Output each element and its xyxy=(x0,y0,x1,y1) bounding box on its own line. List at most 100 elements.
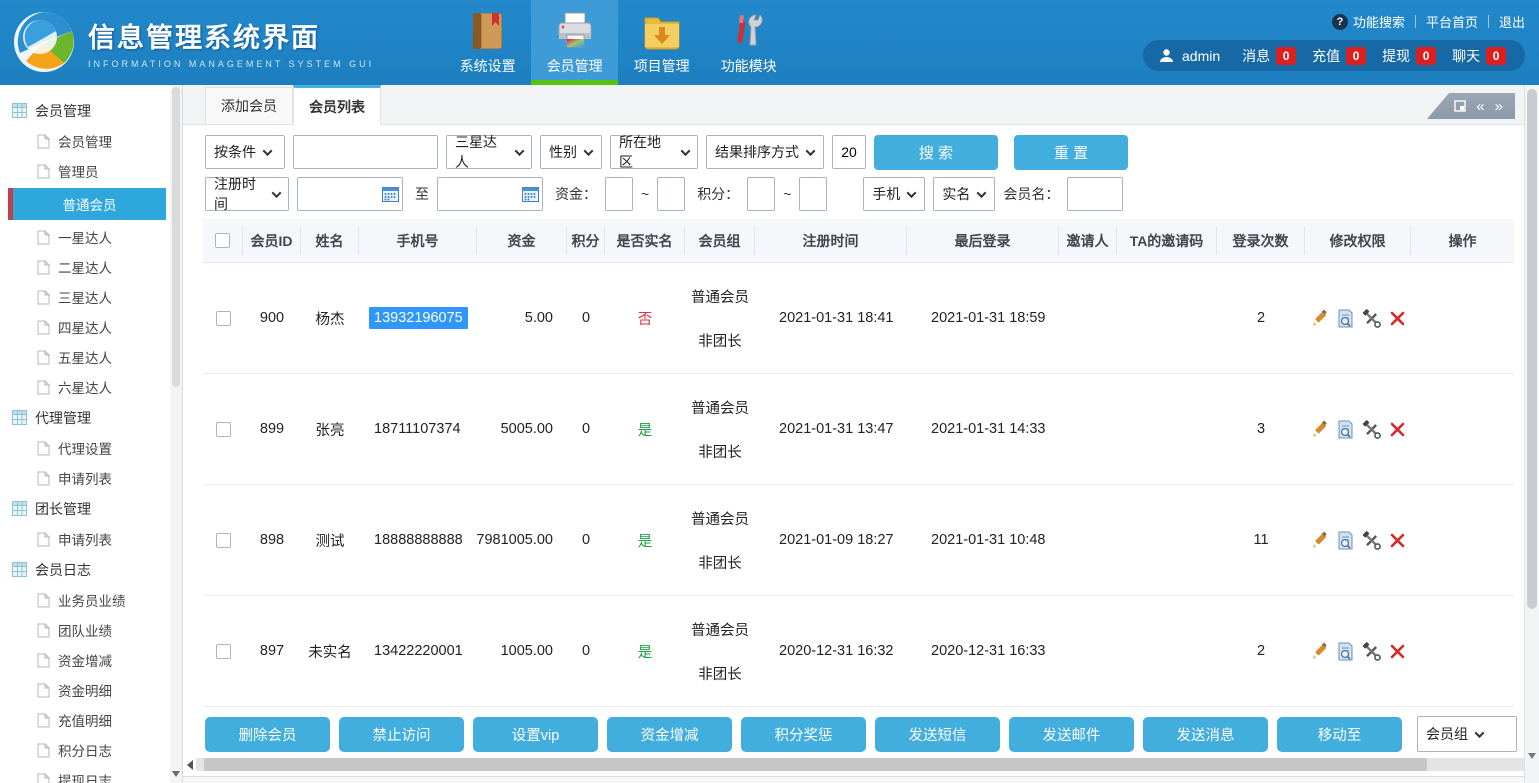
chat-badge-group[interactable]: 聊天0 xyxy=(1452,46,1506,66)
gender-select[interactable]: 性别 xyxy=(540,135,602,169)
platform-home-link[interactable]: 平台首页 xyxy=(1426,12,1478,31)
sidebar-item-four-star[interactable]: 四星达人 xyxy=(0,312,182,342)
search-button[interactable]: 搜 索 xyxy=(874,135,998,170)
edit-pencil-icon[interactable] xyxy=(1310,531,1329,550)
window-icon[interactable] xyxy=(1454,100,1466,112)
time-type-select[interactable]: 注册时间 xyxy=(205,177,289,211)
send-message-button[interactable]: 发送消息 xyxy=(1143,717,1268,752)
points-min-input[interactable] xyxy=(747,177,775,211)
sidebar-group-agent-management[interactable]: 代理管理 xyxy=(0,402,182,433)
sidebar-item-recharge-detail[interactable]: 充值明细 xyxy=(0,705,182,735)
sort-select[interactable]: 结果排序方式 xyxy=(706,135,824,169)
sidebar-group-member-logs[interactable]: 会员日志 xyxy=(0,554,182,585)
sidebar-item-six-star[interactable]: 六星达人 xyxy=(0,372,182,402)
row-checkbox[interactable] xyxy=(216,422,231,437)
fund-min-input[interactable] xyxy=(605,177,633,211)
view-detail-icon[interactable] xyxy=(1336,642,1355,661)
permissions-tools-icon[interactable] xyxy=(1362,420,1381,439)
fund-adjust-button[interactable]: 资金增减 xyxy=(607,717,732,752)
sidebar-item-withdraw-log[interactable]: 提现日志 xyxy=(0,765,182,783)
scroll-left-icon[interactable] xyxy=(187,760,193,770)
fund-max-input[interactable] xyxy=(657,177,685,211)
collapse-left-icon[interactable]: « xyxy=(1476,99,1484,114)
sidebar-item-members[interactable]: 会员管理 xyxy=(0,126,182,156)
sidebar-item-two-star[interactable]: 二星达人 xyxy=(0,252,182,282)
messages-count-badge[interactable]: 0 xyxy=(1276,47,1296,65)
logout-link[interactable]: 退出 xyxy=(1499,12,1525,31)
reset-button[interactable]: 重 置 xyxy=(1014,135,1128,170)
calendar-icon[interactable] xyxy=(382,186,399,202)
date-from-field[interactable] xyxy=(297,177,403,211)
vertical-scrollbar[interactable] xyxy=(1524,85,1539,783)
sidebar-item-agent-settings[interactable]: 代理设置 xyxy=(0,433,182,463)
tab-add-member[interactable]: 添加会员 xyxy=(205,87,293,124)
nav-system-settings[interactable]: 系统设置 xyxy=(444,0,531,85)
delete-x-icon[interactable] xyxy=(1388,531,1407,550)
sidebar-item-agent-apply-list[interactable]: 申请列表 xyxy=(0,463,182,493)
edit-pencil-icon[interactable] xyxy=(1310,420,1329,439)
member-group-select[interactable]: 会员组 xyxy=(1417,716,1517,752)
edit-pencil-icon[interactable] xyxy=(1310,642,1329,661)
sidebar-item-leader-apply-list[interactable]: 申请列表 xyxy=(0,524,182,554)
phone-select[interactable]: 手机 xyxy=(863,177,925,211)
date-to-field[interactable] xyxy=(437,177,543,211)
withdraw-badge-group[interactable]: 提现0 xyxy=(1382,46,1436,66)
horizontal-scrollbar[interactable] xyxy=(187,758,1539,771)
cell-phone[interactable]: 13932196075 xyxy=(369,307,468,329)
ban-access-button[interactable]: 禁止访问 xyxy=(339,717,464,752)
tab-member-list[interactable]: 会员列表 xyxy=(293,85,381,125)
realname-select[interactable]: 实名 xyxy=(933,177,995,211)
nav-project-management[interactable]: 项目管理 xyxy=(618,0,705,85)
collapse-right-icon[interactable]: » xyxy=(1495,99,1503,114)
view-detail-icon[interactable] xyxy=(1336,420,1355,439)
permissions-tools-icon[interactable] xyxy=(1362,531,1381,550)
recharge-badge-group[interactable]: 充值0 xyxy=(1312,46,1366,66)
delete-x-icon[interactable] xyxy=(1388,642,1407,661)
withdraw-count-badge[interactable]: 0 xyxy=(1416,47,1436,65)
permissions-tools-icon[interactable] xyxy=(1362,642,1381,661)
page-size-input[interactable] xyxy=(832,135,866,169)
chat-count-badge[interactable]: 0 xyxy=(1486,47,1506,65)
set-vip-button[interactable]: 设置vip xyxy=(473,717,598,752)
view-detail-icon[interactable] xyxy=(1336,531,1355,550)
points-max-input[interactable] xyxy=(799,177,827,211)
region-select[interactable]: 所在地区 xyxy=(610,135,698,169)
sidebar-item-one-star[interactable]: 一星达人 xyxy=(0,222,182,252)
keyword-input[interactable] xyxy=(293,135,438,169)
send-sms-button[interactable]: 发送短信 xyxy=(875,717,1000,752)
delete-x-icon[interactable] xyxy=(1388,309,1407,328)
cell-phone[interactable]: 13422220001 xyxy=(369,640,468,662)
function-search-link[interactable]: ?功能搜索 xyxy=(1332,12,1405,31)
sidebar-item-admins[interactable]: 管理员 xyxy=(0,156,182,186)
member-name-input[interactable] xyxy=(1067,177,1123,211)
row-checkbox[interactable] xyxy=(216,644,231,659)
sidebar-item-five-star[interactable]: 五星达人 xyxy=(0,342,182,372)
nav-member-management[interactable]: 会员管理 xyxy=(531,0,618,85)
sidebar-scroll-down-icon[interactable] xyxy=(172,771,180,777)
sidebar-item-team-performance[interactable]: 团队业绩 xyxy=(0,615,182,645)
sidebar-item-points-log[interactable]: 积分日志 xyxy=(0,735,182,765)
view-detail-icon[interactable] xyxy=(1336,309,1355,328)
scroll-down-icon[interactable] xyxy=(1528,753,1536,759)
points-reward-button[interactable]: 积分奖惩 xyxy=(741,717,866,752)
permissions-tools-icon[interactable] xyxy=(1362,309,1381,328)
edit-pencil-icon[interactable] xyxy=(1310,309,1329,328)
sidebar-scrollbar[interactable] xyxy=(170,85,182,783)
nav-function-modules[interactable]: 功能模块 xyxy=(705,0,792,85)
condition-select[interactable]: 按条件 xyxy=(205,135,285,169)
select-all-checkbox[interactable] xyxy=(215,233,230,248)
delete-x-icon[interactable] xyxy=(1388,420,1407,439)
move-to-button[interactable]: 移动至 xyxy=(1277,717,1402,752)
delete-members-button[interactable]: 删除会员 xyxy=(205,717,330,752)
sidebar-item-normal-members[interactable]: 普通会员 xyxy=(8,188,166,220)
sidebar-group-leader-management[interactable]: 团长管理 xyxy=(0,493,182,524)
sidebar-item-three-star[interactable]: 三星达人 xyxy=(0,282,182,312)
sidebar-group-member-management[interactable]: 会员管理 xyxy=(0,95,182,126)
row-checkbox[interactable] xyxy=(216,311,231,326)
level-select[interactable]: 三星达人 xyxy=(446,135,532,169)
recharge-count-badge[interactable]: 0 xyxy=(1346,47,1366,65)
sidebar-item-fund-adjust[interactable]: 资金增减 xyxy=(0,645,182,675)
sidebar-item-fund-detail[interactable]: 资金明细 xyxy=(0,675,182,705)
messages-badge-group[interactable]: 消息0 xyxy=(1242,46,1296,66)
sidebar-item-salesman-performance[interactable]: 业务员业绩 xyxy=(0,585,182,615)
